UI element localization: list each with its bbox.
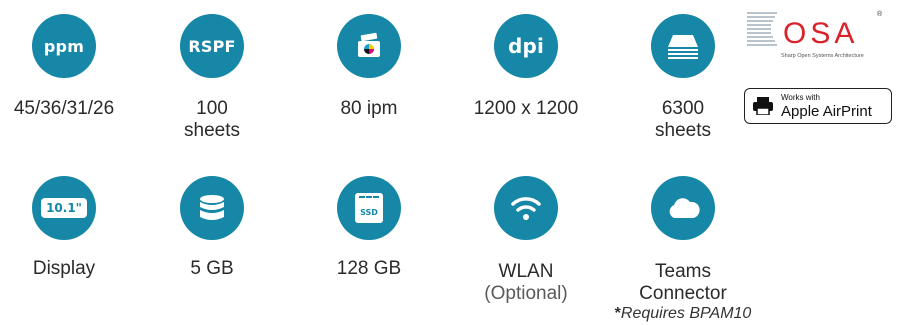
ssd-label: 128 GB (336, 258, 402, 279)
ppm-label: 45/36/31/26 (13, 98, 115, 119)
ipm-label: 80 ipm (340, 98, 398, 119)
display-icon: 10.1" (32, 176, 96, 240)
wlan-label: WLAN (Optional) (470, 261, 582, 305)
paper-stack-icon (651, 14, 715, 78)
svg-text:Sharp Open Systems Architectur: Sharp Open Systems Architecture (781, 53, 864, 59)
osa-logo: OSA ® Sharp Open Systems Architecture (745, 6, 895, 66)
ssd-icon: SSD (337, 176, 401, 240)
airprint-apple-airprint: Apple AirPrint (781, 102, 872, 120)
tray-capacity-label: 6300 sheets (655, 98, 711, 141)
database-icon (180, 176, 244, 240)
teams-connector-label: Teams Connector *Requires BPAM10 (600, 261, 766, 323)
scanner-color-icon (337, 14, 401, 78)
display-label: Display (32, 258, 96, 279)
cloud-icon (651, 176, 715, 240)
wifi-icon (494, 176, 558, 240)
svg-text:OSA: OSA (783, 17, 858, 50)
svg-text:®: ® (877, 10, 883, 18)
airprint-badge: Works with Apple AirPrint (744, 88, 892, 124)
hdd-label: 5 GB (190, 258, 234, 279)
ppm-badge-icon: ppm (32, 14, 96, 78)
wlan-optional-note: (Optional) (484, 283, 568, 304)
rspf-badge-icon: RSPF (180, 14, 244, 78)
dpi-badge-icon: dpi (494, 14, 558, 78)
printer-icon (753, 97, 773, 115)
rspf-label: 100 sheets (184, 98, 240, 141)
airprint-works-with: Works with (781, 92, 820, 102)
teams-connector-note: *Requires BPAM10 (614, 305, 752, 322)
dpi-label: 1200 x 1200 (473, 98, 579, 119)
